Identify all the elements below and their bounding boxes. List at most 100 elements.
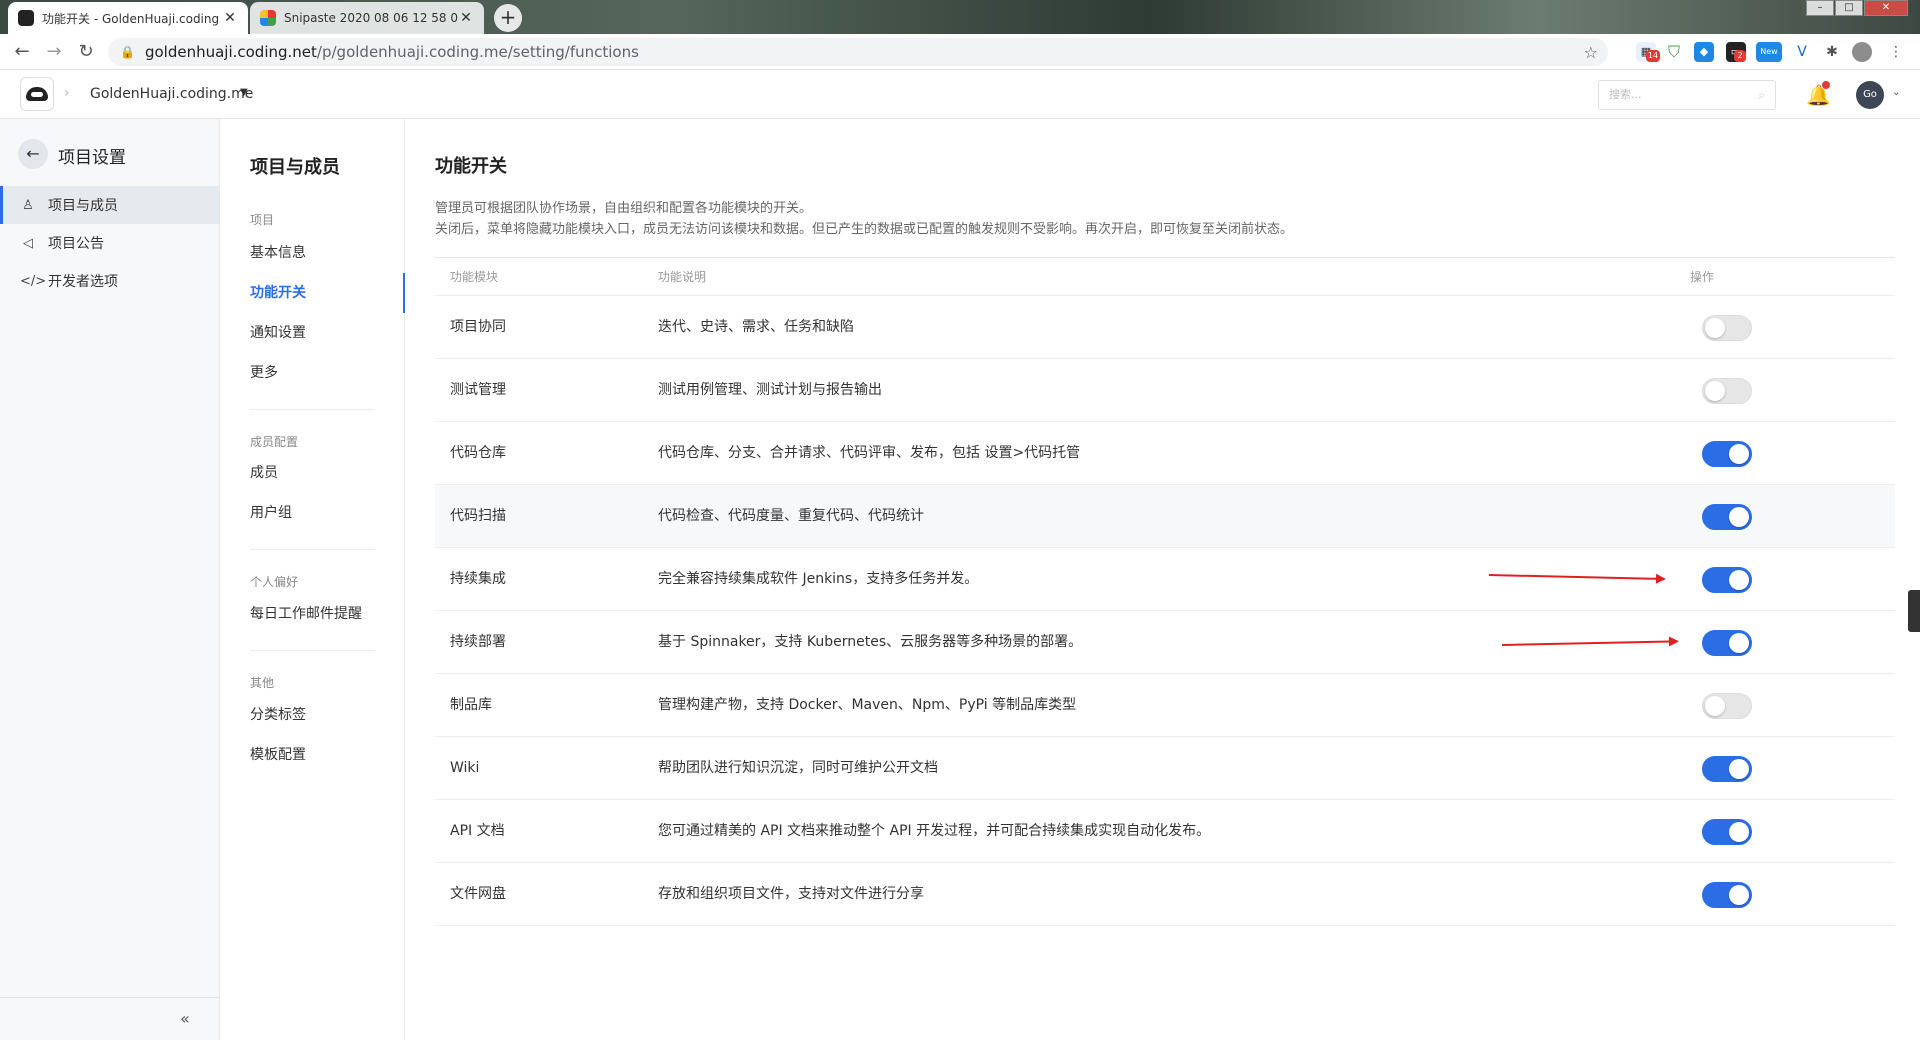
page-description-line2: 关闭后，菜单将隐藏功能模块入口，成员无法访问该模块和数据。但已产生的数据或已配置… <box>435 222 1294 237</box>
feature-description: 帮助团队进行知识沉淀，同时可维护公开文档 <box>658 760 938 776</box>
new-tab-button[interactable]: + <box>494 4 522 32</box>
subnav-title: 项目与成员 <box>250 157 340 178</box>
toggle-knob <box>1729 444 1749 464</box>
sidebar-item-label: 开发者选项 <box>48 274 118 290</box>
feature-description: 测试用例管理、测试计划与报告输出 <box>658 382 882 398</box>
profile-icon[interactable] <box>1852 42 1872 62</box>
subnav-group-label: 成员配置 <box>250 435 299 449</box>
extension-icon[interactable]: ◆ <box>1694 42 1714 62</box>
chevron-down-icon[interactable]: ⌄ <box>1892 87 1900 98</box>
divider <box>250 409 375 410</box>
avatar[interactable]: Go <box>1856 81 1884 109</box>
puzzle-icon[interactable]: ✱ <box>1822 42 1842 62</box>
feature-toggle-switch[interactable] <box>1702 630 1752 656</box>
subnav-item-feature-switch[interactable]: 功能开关 <box>220 273 405 313</box>
snipaste-favicon-icon <box>260 10 276 26</box>
subnav-item-templates[interactable]: 模板配置 <box>220 735 405 775</box>
page-title: 功能开关 <box>435 156 507 177</box>
window-close-icon[interactable]: ✕ <box>1864 0 1908 16</box>
caret-down-icon[interactable]: ▼ <box>240 87 248 98</box>
scroll-handle[interactable] <box>1908 590 1920 632</box>
settings-subnav: 项目与成员 项目 基本信息 功能开关 通知设置 更多 成员配置 成员 用户组 个… <box>220 119 405 1040</box>
divider <box>250 650 375 651</box>
coding-logo-icon[interactable] <box>20 77 54 111</box>
table-row: 代码扫描 代码检查、代码度量、重复代码、代码统计 <box>435 485 1895 548</box>
bookmark-star-icon[interactable]: ☆ <box>1584 43 1598 62</box>
feature-description: 代码检查、代码度量、重复代码、代码统计 <box>658 508 924 524</box>
browser-tab-inactive[interactable]: Snipaste 2020 08 06 12 58 00 ✕ <box>250 2 484 34</box>
subnav-item-tags[interactable]: 分类标签 <box>220 695 405 735</box>
sidebar-item-announcement[interactable]: ◁ 项目公告 <box>0 224 220 262</box>
maximize-icon[interactable]: □ <box>1835 0 1863 16</box>
sidebar-item-label: 项目与成员 <box>48 198 118 214</box>
feature-module-name: Wiki <box>450 760 480 776</box>
close-tab-icon[interactable]: ✕ <box>458 10 474 26</box>
sidebar-item-developer[interactable]: </> 开发者选项 <box>0 262 220 300</box>
feature-description: 管理构建产物，支持 Docker、Maven、Npm、PyPi 等制品库类型 <box>658 697 1077 713</box>
menu-kebab-icon[interactable]: ⋮ <box>1886 42 1906 62</box>
table-header: 功能模块 功能说明 操作 <box>435 258 1895 296</box>
feature-table: 功能模块 功能说明 操作 项目协同 迭代、史诗、需求、任务和缺陷 测试管理 测试用例管… <box>435 257 1895 926</box>
subnav-item-user-groups[interactable]: 用户组 <box>220 493 405 533</box>
close-tab-icon[interactable]: ✕ <box>222 10 238 26</box>
feature-toggle-switch[interactable] <box>1702 819 1752 845</box>
table-row: 制品库 管理构建产物，支持 Docker、Maven、Npm、PyPi 等制品库类… <box>435 674 1895 737</box>
subnav-item-daily-email[interactable]: 每日工作邮件提醒 <box>220 594 405 634</box>
reload-icon[interactable]: ↻ <box>74 40 98 64</box>
search-placeholder: 搜索... <box>1609 88 1642 101</box>
feature-description: 基于 Spinnaker，支持 Kubernetes、云服务器等多种场景的部署。 <box>658 634 1083 650</box>
feature-module-name: 测试管理 <box>450 382 506 398</box>
subnav-item-more[interactable]: 更多 <box>220 353 405 393</box>
toggle-knob <box>1705 381 1725 401</box>
coding-favicon-icon <box>18 10 34 26</box>
feature-module-name: 持续部署 <box>450 634 506 650</box>
feature-description: 您可通过精美的 API 文档来推动整个 API 开发过程，并可配合持续集成实现自… <box>658 823 1211 839</box>
feature-toggle-switch[interactable] <box>1702 315 1752 341</box>
page-description-line1: 管理员可根据团队协作场景，自由组织和配置各功能模块的开关。 <box>435 201 813 216</box>
feature-toggle-switch[interactable] <box>1702 693 1752 719</box>
feature-module-name: 项目协同 <box>450 319 506 335</box>
feature-toggle-switch[interactable] <box>1702 378 1752 404</box>
url-input[interactable]: 🔒 goldenhuaji.coding.net/p/goldenhuaji.c… <box>108 38 1608 66</box>
user-icon: ♙ <box>22 197 34 213</box>
feature-module-name: 持续集成 <box>450 571 506 587</box>
shield-icon[interactable]: ⛉ <box>1664 42 1684 62</box>
divider <box>250 549 375 550</box>
feature-toggle-switch[interactable] <box>1702 504 1752 530</box>
vuetify-icon[interactable]: V <box>1792 42 1812 62</box>
forward-arrow-icon[interactable]: → <box>42 40 66 64</box>
toggle-knob <box>1729 822 1749 842</box>
url-host: goldenhuaji.coding.net <box>144 43 317 61</box>
url-path: /p/goldenhuaji.coding.me/setting/functio… <box>316 43 639 61</box>
tab-title: Snipaste 2020 08 06 12 58 00 <box>284 11 458 25</box>
feature-module-name: API 文档 <box>450 823 505 839</box>
column-header-action: 操作 <box>1690 270 1715 284</box>
megaphone-icon: ◁ <box>23 235 33 251</box>
table-row: 文件网盘 存放和组织项目文件，支持对文件进行分享 <box>435 863 1895 926</box>
search-input[interactable]: 搜索... ⌕ <box>1598 80 1776 110</box>
feature-description: 完全兼容持续集成软件 Jenkins，支持多任务并发。 <box>658 571 979 587</box>
collapse-sidebar-icon[interactable]: « <box>180 1009 190 1028</box>
toggle-knob <box>1729 633 1749 653</box>
back-arrow-icon[interactable]: ← <box>10 40 34 64</box>
back-arrow-icon[interactable]: ← <box>18 139 48 169</box>
feature-toggle-switch[interactable] <box>1702 882 1752 908</box>
toggle-knob <box>1729 507 1749 527</box>
subnav-item-basic-info[interactable]: 基本信息 <box>220 233 405 273</box>
project-switcher[interactable]: GoldenHuaji.coding.me <box>90 86 253 102</box>
extension-badge: 2 <box>1734 50 1746 62</box>
extension-new-badge[interactable]: New <box>1756 42 1782 62</box>
tab-title: 功能开关 - GoldenHuaji.coding <box>42 11 220 26</box>
feature-toggle-switch[interactable] <box>1702 567 1752 593</box>
feature-module-name: 代码仓库 <box>450 445 506 461</box>
extension-badge: 14 <box>1646 50 1660 62</box>
feature-module-name: 代码扫描 <box>450 508 506 524</box>
lock-icon: 🔒 <box>120 45 135 59</box>
browser-tab-active[interactable]: 功能开关 - GoldenHuaji.coding ✕ <box>8 2 248 34</box>
feature-toggle-switch[interactable] <box>1702 441 1752 467</box>
subnav-item-notification[interactable]: 通知设置 <box>220 313 405 353</box>
sidebar-item-project-members[interactable]: ♙ 项目与成员 <box>0 186 220 224</box>
subnav-item-members[interactable]: 成员 <box>220 453 405 493</box>
minimize-icon[interactable]: – <box>1806 0 1834 16</box>
feature-toggle-switch[interactable] <box>1702 756 1752 782</box>
